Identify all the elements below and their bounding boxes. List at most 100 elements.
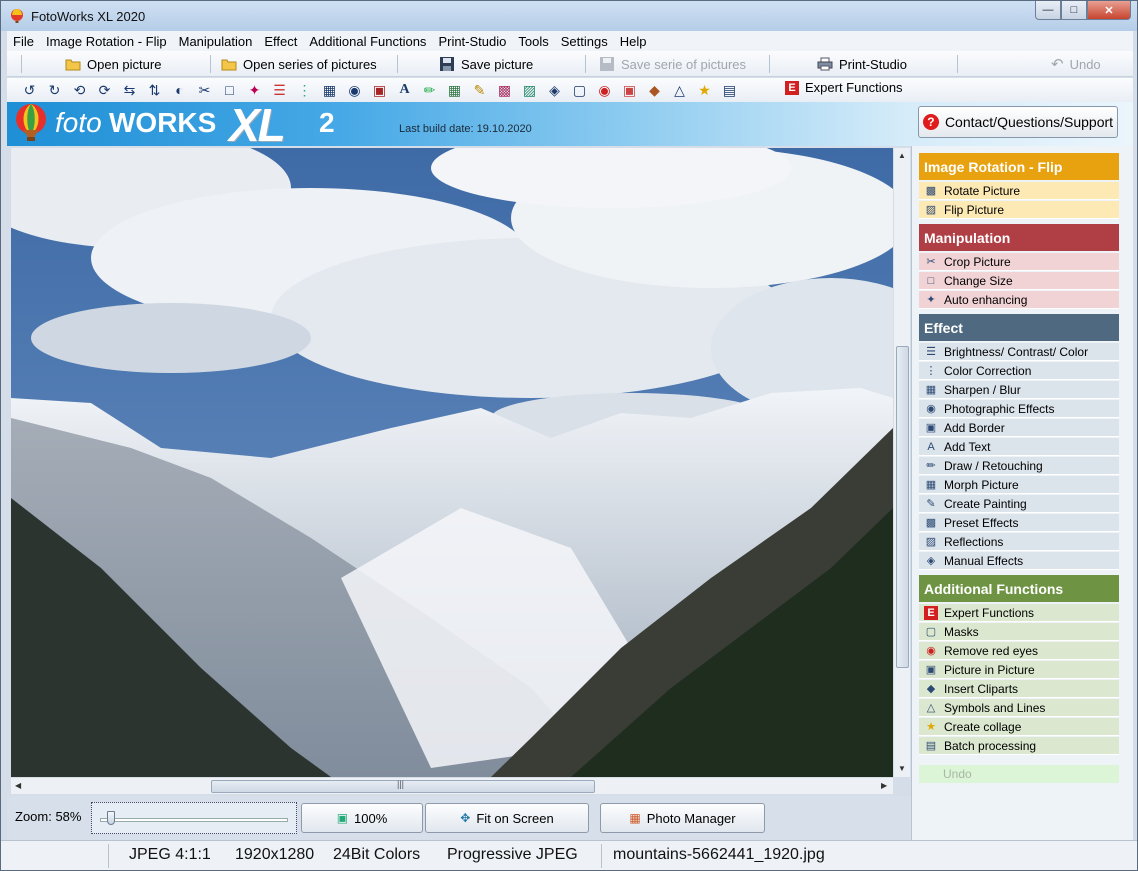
undo-button[interactable]: ↶ Undo [1051, 54, 1101, 74]
open-picture-button[interactable]: Open picture [65, 54, 161, 74]
section-header[interactable]: Effect [919, 314, 1119, 341]
panel-item[interactable]: ◉ Photographic Effects [919, 400, 1119, 418]
manual-effects-icon[interactable]: ◈ [542, 80, 567, 100]
panel-item[interactable]: ✏ Draw / Retouching [919, 457, 1119, 475]
panel-item-label: Auto enhancing [944, 292, 1028, 307]
horizontal-scroll-thumb[interactable]: ||| [211, 779, 595, 793]
masks-icon[interactable]: ▢ [567, 80, 592, 100]
magic-wand-icon[interactable]: ✦ [242, 80, 267, 100]
horizontal-scrollbar[interactable]: ◀ ||| ▶ [11, 777, 893, 794]
border-icon[interactable]: ▣ [367, 80, 392, 100]
status-bar: JPEG 4:1:1 1920x1280 24Bit Colors Progre… [1, 840, 1137, 870]
panel-item-label: Rotate Picture [944, 183, 1021, 198]
panel-item[interactable]: ▣ Add Border [919, 419, 1119, 437]
vertical-scroll-thumb[interactable] [896, 346, 909, 668]
panel-item[interactable]: ▨ Reflections [919, 533, 1119, 551]
menu-settings[interactable]: Settings [555, 34, 614, 49]
rotate-left-icon[interactable]: ↺ [17, 80, 42, 100]
menu-help[interactable]: Help [614, 34, 653, 49]
save-serie-button[interactable]: Save serie of pictures [599, 54, 746, 74]
print-studio-button[interactable]: Print-Studio [817, 54, 907, 74]
scroll-down-icon[interactable]: ▼ [898, 764, 906, 773]
open-series-button[interactable]: Open series of pictures [221, 54, 377, 74]
rotate-cw-icon[interactable]: ⟳ [92, 80, 117, 100]
scroll-left-icon[interactable]: ◀ [15, 781, 21, 790]
panel-item[interactable]: ▩ Rotate Picture [919, 182, 1119, 200]
vertical-scrollbar[interactable]: ▲ ▼ [893, 148, 910, 777]
resize-icon[interactable]: □ [217, 80, 242, 100]
picture-in-picture-icon[interactable]: ▣ [617, 80, 642, 100]
panel-item[interactable]: ✦ Auto enhancing [919, 291, 1119, 309]
panel-item[interactable]: ◆ Insert Cliparts [919, 680, 1119, 698]
panel-item[interactable]: A Add Text [919, 438, 1119, 456]
image-canvas[interactable] [11, 148, 893, 777]
panel-item[interactable]: ★ Create collage [919, 718, 1119, 736]
contact-support-button[interactable]: ? Contact/Questions/Support [918, 106, 1118, 138]
panel-item[interactable]: ◈ Manual Effects [919, 552, 1119, 570]
collage-star-icon[interactable]: ★ [692, 80, 717, 100]
undo-label: Undo [1069, 56, 1101, 72]
batch-processing-icon[interactable]: ▤ [717, 80, 742, 100]
panel-item[interactable]: ▣ Picture in Picture [919, 661, 1119, 679]
brush-icon[interactable]: ✏ [417, 80, 442, 100]
menu-image-rotation[interactable]: Image Rotation - Flip [40, 34, 173, 49]
maximize-button[interactable]: □ [1061, 1, 1087, 20]
mirror-icon[interactable]: ◐ [167, 80, 192, 100]
flip-horizontal-icon[interactable]: ⇆ [117, 80, 142, 100]
red-eye-icon[interactable]: ◉ [592, 80, 617, 100]
rotate-icon: ▩ [925, 185, 937, 197]
close-button[interactable]: ✕ [1087, 1, 1131, 20]
symbols-icon[interactable]: △ [667, 80, 692, 100]
panel-item[interactable]: ✎ Create Painting [919, 495, 1119, 513]
morph-icon[interactable]: ▦ [442, 80, 467, 100]
zoom-knob[interactable] [107, 811, 116, 825]
zoom-100-button[interactable]: ▣ 100% [301, 803, 423, 833]
flip-vertical-icon[interactable]: ⇅ [142, 80, 167, 100]
painting-icon[interactable]: ✎ [467, 80, 492, 100]
minimize-button[interactable]: — [1035, 1, 1061, 20]
panel-item[interactable]: □ Change Size [919, 272, 1119, 290]
scissors-icon[interactable]: ✂ [192, 80, 217, 100]
panel-item[interactable]: ▤ Batch processing [919, 737, 1119, 755]
panel-item[interactable]: ▩ Preset Effects [919, 514, 1119, 532]
panel-item[interactable]: ✂ Crop Picture [919, 253, 1119, 271]
fit-on-screen-button[interactable]: ✥ Fit on Screen [425, 803, 589, 833]
menu-print-studio[interactable]: Print-Studio [432, 34, 512, 49]
brightness-sliders-icon[interactable]: ☰ [267, 80, 292, 100]
panel-item[interactable]: ▦ Morph Picture [919, 476, 1119, 494]
rotate-right-icon[interactable]: ↻ [42, 80, 67, 100]
save-picture-button[interactable]: Save picture [439, 54, 533, 74]
clipart-icon[interactable]: ◆ [642, 80, 667, 100]
menu-manipulation[interactable]: Manipulation [173, 34, 259, 49]
color-dots-icon[interactable]: ⋮ [292, 80, 317, 100]
photo-manager-button[interactable]: ▦ Photo Manager [600, 803, 765, 833]
sharpen-icon[interactable]: ▦ [317, 80, 342, 100]
menu-file[interactable]: File [7, 34, 40, 49]
section-header[interactable]: Manipulation [919, 224, 1119, 251]
panel-item[interactable]: ⋮ Color Correction [919, 362, 1119, 380]
section-header[interactable]: Additional Functions [919, 575, 1119, 602]
expert-functions-button[interactable]: E Expert Functions [785, 80, 903, 95]
panel-item[interactable]: E Expert Functions [919, 604, 1119, 622]
rotate-ccw-icon[interactable]: ⟲ [67, 80, 92, 100]
scroll-right-icon[interactable]: ▶ [881, 781, 887, 790]
scroll-up-icon[interactable]: ▲ [898, 151, 906, 160]
zoom-slider[interactable] [91, 802, 297, 834]
panel-item[interactable]: ▦ Sharpen / Blur [919, 381, 1119, 399]
section-header[interactable]: Image Rotation - Flip [919, 153, 1119, 180]
menu-additional-functions[interactable]: Additional Functions [303, 34, 432, 49]
zoom-100-label: 100% [354, 810, 388, 826]
camera-icon[interactable]: ◉ [342, 80, 367, 100]
panel-item[interactable]: ☰ Brightness/ Contrast/ Color [919, 343, 1119, 361]
panel-undo-button[interactable]: Undo [919, 765, 1119, 783]
panel-item[interactable]: ▢ Masks [919, 623, 1119, 641]
reflections-icon[interactable]: ▨ [517, 80, 542, 100]
preset-effects-icon[interactable]: ▩ [492, 80, 517, 100]
panel-item[interactable]: △ Symbols and Lines [919, 699, 1119, 717]
panel-item[interactable]: ▨ Flip Picture [919, 201, 1119, 219]
panel-item[interactable]: ◉ Remove red eyes [919, 642, 1119, 660]
menu-tools[interactable]: Tools [512, 34, 554, 49]
text-icon[interactable]: A [392, 80, 417, 100]
menu-effect[interactable]: Effect [258, 34, 303, 49]
floppy-disk-icon [600, 57, 614, 71]
